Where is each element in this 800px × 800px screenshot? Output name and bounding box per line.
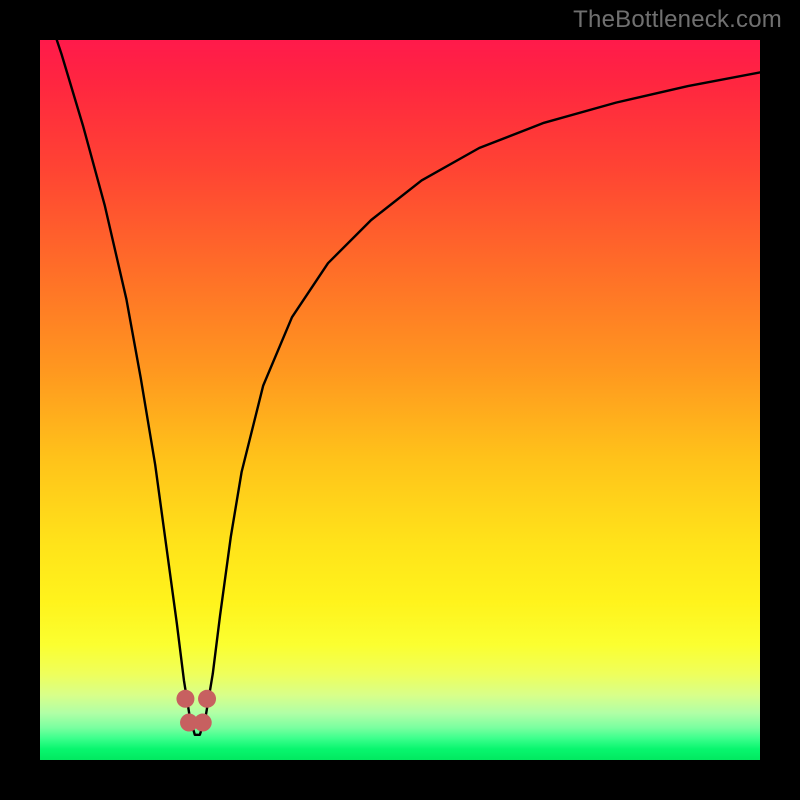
chart-plot-area — [40, 40, 760, 760]
dot-right-upper — [198, 690, 216, 708]
minimum-markers — [176, 690, 216, 732]
watermark-text: TheBottleneck.com — [573, 6, 782, 34]
dot-right-lower — [194, 714, 212, 732]
chart-svg — [40, 40, 760, 760]
bottleneck-curve — [40, 40, 760, 735]
dot-left-upper — [176, 690, 194, 708]
chart-frame: TheBottleneck.com — [0, 0, 800, 800]
